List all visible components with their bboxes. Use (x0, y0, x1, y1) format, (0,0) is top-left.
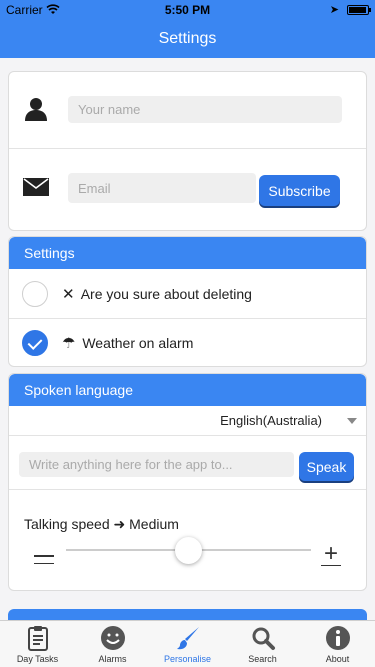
tab-day-tasks[interactable]: Day Tasks (0, 621, 75, 667)
delete-confirm-label-wrap: ✕ Are you sure about deleting (62, 285, 252, 303)
decrease-speed-button[interactable] (34, 546, 54, 566)
email-row: Subscribe (9, 148, 366, 230)
email-input[interactable] (68, 173, 256, 203)
increase-speed-button[interactable]: + (321, 542, 341, 566)
tab-label: Personalise (163, 654, 212, 664)
battery-icon (347, 5, 371, 15)
speak-row: Speak (9, 436, 366, 490)
settings-header: Settings (9, 237, 366, 269)
tab-label: Day Tasks (16, 654, 59, 664)
info-icon (325, 626, 350, 650)
delete-confirm-checkbox[interactable] (22, 280, 48, 307)
weather-alarm-checkbox[interactable] (22, 330, 48, 356)
profile-card: Subscribe (8, 71, 367, 231)
setting-delete-confirm[interactable]: ✕ Are you sure about deleting (9, 269, 366, 318)
arrow-right-icon: ➜ (113, 516, 126, 532)
envelope-icon (23, 178, 49, 196)
close-icon: ✕ (62, 285, 75, 303)
tab-alarms[interactable]: Alarms (75, 621, 150, 667)
smiley-icon (100, 626, 125, 650)
brush-icon (176, 627, 199, 650)
setting-weather-alarm[interactable]: ☂ Weather on alarm (9, 318, 366, 366)
user-icon (25, 98, 47, 121)
clipboard-icon (27, 626, 48, 651)
speed-slider-thumb[interactable] (175, 537, 202, 564)
tab-label: Alarms (98, 654, 127, 664)
name-input[interactable] (68, 96, 342, 123)
umbrella-icon: ☂ (62, 335, 76, 352)
language-select[interactable]: English(Australia) (9, 406, 366, 436)
status-bar: Carrier 5:50 PM ➤ (0, 0, 375, 20)
speak-button[interactable]: Speak (299, 452, 354, 481)
language-card: Spoken language English(Australia) Speak… (8, 373, 367, 591)
language-header: Spoken language (9, 374, 366, 406)
settings-card: Settings ✕ Are you sure about deleting ☂… (8, 236, 367, 367)
delete-confirm-label: Are you sure about deleting (80, 285, 252, 302)
chevron-down-icon[interactable] (347, 418, 357, 424)
clock: 5:50 PM (164, 3, 211, 17)
location-icon: ➤ (329, 4, 339, 16)
page-title: Settings (0, 20, 375, 58)
talking-speed-value: Medium (129, 516, 179, 532)
tab-bar: Day Tasks Alarms Personalise Search Abou… (0, 620, 375, 667)
weather-alarm-label-wrap: ☂ Weather on alarm (62, 334, 193, 352)
tab-label: Search (248, 654, 277, 664)
speak-input[interactable] (19, 452, 294, 477)
name-row (9, 72, 366, 148)
talking-speed-text: Talking speed (24, 516, 110, 532)
subscribe-button[interactable]: Subscribe (259, 175, 340, 206)
tab-personalise[interactable]: Personalise (150, 621, 225, 667)
tab-label: About (325, 654, 350, 664)
language-selected-value: English(Australia) (220, 413, 322, 428)
tab-about[interactable]: About (300, 621, 375, 667)
search-icon (252, 627, 275, 650)
talking-speed-label: Talking speed ➜ Medium (24, 516, 179, 533)
weather-alarm-label: Weather on alarm (82, 335, 194, 351)
tab-search[interactable]: Search (225, 621, 300, 667)
